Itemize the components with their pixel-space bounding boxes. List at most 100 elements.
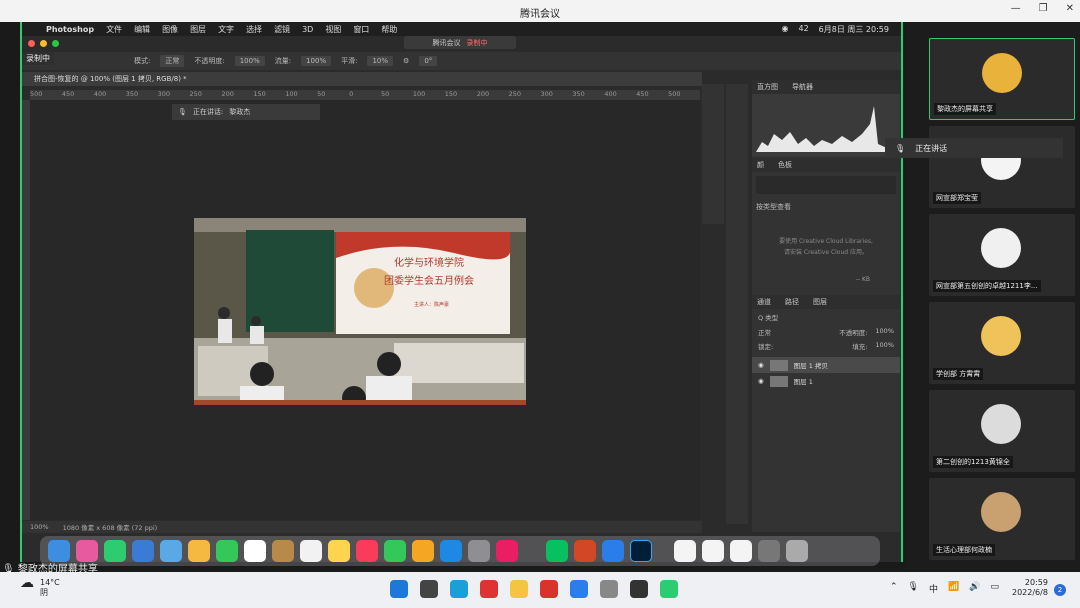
- microphone-icon[interactable]: 🎙: [908, 582, 919, 595]
- task-view-icon[interactable]: [420, 580, 438, 598]
- library-search[interactable]: [756, 176, 896, 194]
- safari-icon[interactable]: [160, 540, 182, 562]
- mode-select[interactable]: 正常: [160, 55, 185, 67]
- eye-icon[interactable]: ◉: [758, 361, 764, 369]
- wps-icon[interactable]: [540, 580, 558, 598]
- zoom-dot-icon[interactable]: [52, 40, 59, 47]
- document-thumb-icon[interactable]: [730, 540, 752, 562]
- library-size: -- KB: [855, 276, 870, 283]
- tab-navigator[interactable]: 导航器: [792, 82, 813, 92]
- menu-window[interactable]: 窗口: [353, 24, 369, 35]
- document-thumb-icon[interactable]: [674, 540, 696, 562]
- layer-fill[interactable]: 100%: [875, 341, 894, 351]
- wifi-icon[interactable]: 📶: [948, 582, 959, 595]
- numbers-icon[interactable]: [384, 540, 406, 562]
- file-explorer-icon[interactable]: [510, 580, 528, 598]
- document-thumb-icon[interactable]: [702, 540, 724, 562]
- powerpoint-icon[interactable]: [574, 540, 596, 562]
- participant-name: 生活心理部何政楠: [936, 546, 992, 554]
- menu-select[interactable]: 选择: [246, 24, 262, 35]
- opacity-input[interactable]: 100%: [234, 56, 265, 66]
- app-store-icon[interactable]: [440, 540, 462, 562]
- restore-icon[interactable]: ❐: [1039, 3, 1048, 14]
- blend-mode[interactable]: 正常: [758, 327, 771, 337]
- tab-color[interactable]: 颜: [757, 160, 764, 170]
- tab-layers[interactable]: 图层: [813, 297, 827, 307]
- mail-icon[interactable]: [132, 540, 154, 562]
- notes-icon[interactable]: [328, 540, 350, 562]
- participant-tile[interactable]: 学创部 方霄霄: [929, 302, 1075, 384]
- photoshop-icon[interactable]: [630, 540, 652, 562]
- tab-channels[interactable]: 通道: [757, 297, 771, 307]
- library-view-select[interactable]: 按类型查看: [752, 198, 900, 216]
- clock[interactable]: 20:59 2022/6/8: [1012, 578, 1048, 598]
- menu-type[interactable]: 文字: [218, 24, 234, 35]
- menu-help[interactable]: 帮助: [381, 24, 397, 35]
- menu-image[interactable]: 图像: [162, 24, 178, 35]
- speaking-popup-label: 正在讲话: [915, 143, 948, 153]
- ruler-tick-label: 300: [540, 90, 553, 98]
- menu-file[interactable]: 文件: [106, 24, 122, 35]
- launchpad-icon[interactable]: [76, 540, 98, 562]
- menu-filter[interactable]: 滤镜: [274, 24, 290, 35]
- tab-swatches[interactable]: 色板: [778, 160, 792, 170]
- participant-tile[interactable]: 网宣部第五创创的卓越1211李...: [929, 214, 1075, 296]
- app-green-icon[interactable]: [660, 580, 678, 598]
- battery-icon[interactable]: ▭: [990, 582, 999, 595]
- menu-edit[interactable]: 编辑: [134, 24, 150, 35]
- weather-widget[interactable]: ☁ 14°C 阴: [20, 576, 60, 598]
- layer-row[interactable]: ◉ 图层 1 拷贝: [752, 357, 900, 373]
- menu-3d[interactable]: 3D: [302, 25, 313, 34]
- angle-input[interactable]: 0°: [419, 56, 438, 66]
- gear-icon[interactable]: ⚙: [403, 57, 409, 65]
- minimize-icon[interactable]: —: [1011, 3, 1021, 14]
- tab-paths[interactable]: 路径: [785, 297, 799, 307]
- wechat-icon[interactable]: ◉: [782, 24, 789, 35]
- tencent-meeting-icon[interactable]: [570, 580, 588, 598]
- close-icon[interactable]: ✕: [1066, 3, 1074, 14]
- layer-row[interactable]: ◉ 图层 1: [752, 373, 900, 389]
- ruler-tick-label: 50: [317, 90, 326, 98]
- photos-icon[interactable]: [188, 540, 210, 562]
- calendar-icon[interactable]: [244, 540, 266, 562]
- trash-icon[interactable]: [786, 540, 808, 562]
- system-preferences-icon[interactable]: [468, 540, 490, 562]
- participant-tile[interactable]: 黎政杰的屏幕共享: [929, 38, 1075, 120]
- image-thumb-icon[interactable]: [758, 540, 780, 562]
- facetime-icon[interactable]: [216, 540, 238, 562]
- app-red-icon[interactable]: [480, 580, 498, 598]
- notes-brown-icon[interactable]: [272, 540, 294, 562]
- messages-icon[interactable]: [104, 540, 126, 562]
- participant-tile[interactable]: 第二创创的1213黄锦全: [929, 390, 1075, 472]
- document-tab[interactable]: 拼合图-恢复的 @ 100% (图层 1 拷贝, RGB/8) *: [22, 72, 702, 86]
- pages-icon[interactable]: [412, 540, 434, 562]
- minimize-dot-icon[interactable]: [40, 40, 47, 47]
- app-dark-icon[interactable]: [630, 580, 648, 598]
- wechat-dock-icon[interactable]: [546, 540, 568, 562]
- eye-icon[interactable]: ◉: [758, 377, 764, 385]
- edge-icon[interactable]: [450, 580, 468, 598]
- chevron-up-icon[interactable]: ⌃: [890, 582, 898, 595]
- volume-icon[interactable]: 🔊: [969, 582, 980, 595]
- acrobat-icon[interactable]: [496, 540, 518, 562]
- menu-app-name[interactable]: Photoshop: [46, 25, 94, 34]
- notification-badge[interactable]: 2: [1054, 584, 1066, 596]
- meeting-recording-badge[interactable]: 腾讯会议 录制中: [404, 36, 516, 49]
- music-icon[interactable]: [356, 540, 378, 562]
- layer-opacity[interactable]: 100%: [875, 327, 894, 337]
- settings-icon[interactable]: [600, 580, 618, 598]
- smooth-input[interactable]: 10%: [367, 56, 394, 66]
- finder-icon[interactable]: [48, 540, 70, 562]
- flow-input[interactable]: 100%: [301, 56, 332, 66]
- reminders-icon[interactable]: [300, 540, 322, 562]
- tab-histogram[interactable]: 直方图: [757, 82, 778, 92]
- menu-layer[interactable]: 图层: [190, 24, 206, 35]
- windows-start-icon[interactable]: [390, 580, 408, 598]
- zoom-level[interactable]: 100%: [30, 523, 49, 531]
- layer-kind-filter[interactable]: Q 类型: [752, 309, 900, 325]
- participant-tile[interactable]: 生活心理部何政楠: [929, 478, 1075, 560]
- close-dot-icon[interactable]: [28, 40, 35, 47]
- menu-view[interactable]: 视图: [325, 24, 341, 35]
- tencent-meeting-icon[interactable]: [602, 540, 624, 562]
- ime-indicator[interactable]: 中: [929, 582, 938, 595]
